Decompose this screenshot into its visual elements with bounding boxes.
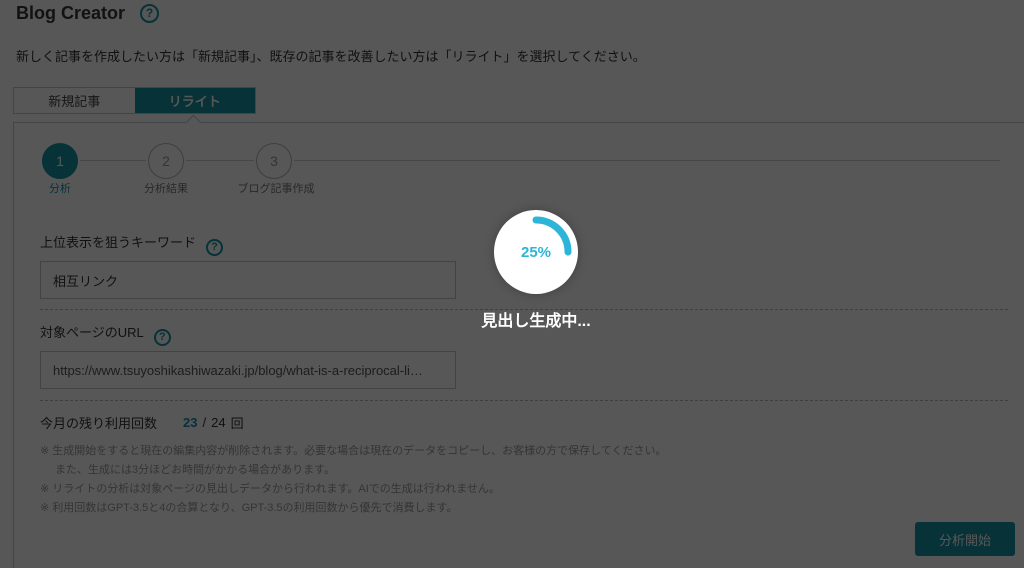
- progress-percent: 25%: [520, 243, 552, 261]
- loading-message: 見出し生成中...: [481, 313, 591, 330]
- blog-creator-page: Blog Creator ? 新しく記事を作成したい方は「新規記事」、既存の記事…: [0, 0, 1024, 568]
- progress-spinner: 25%: [494, 210, 578, 294]
